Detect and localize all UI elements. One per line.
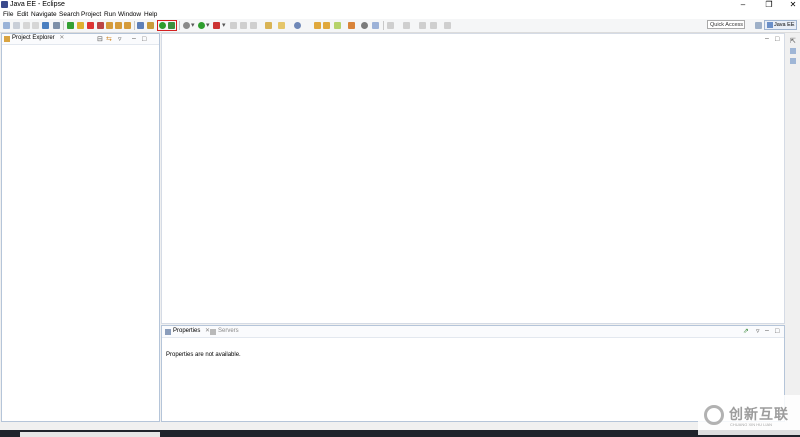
watermark-logo bbox=[704, 405, 724, 425]
minimize-view-icon[interactable]: – bbox=[765, 327, 769, 334]
open-type-icon[interactable] bbox=[265, 22, 272, 29]
open-icon[interactable] bbox=[13, 22, 20, 29]
close-tab-icon[interactable]: ✕ bbox=[59, 35, 64, 41]
highlighted-server-buttons bbox=[157, 20, 177, 31]
right-trim-stack: ⇱ bbox=[786, 34, 800, 70]
last-edit-icon[interactable] bbox=[419, 22, 426, 29]
globe-icon[interactable] bbox=[294, 22, 301, 29]
editor-area[interactable]: – □ bbox=[161, 33, 785, 324]
maximize-view-icon[interactable]: □ bbox=[775, 328, 779, 335]
disconnect-icon[interactable] bbox=[97, 22, 104, 29]
properties-panel: Properties ✕ Servers ⇗ ▿ – □ Properties … bbox=[161, 325, 785, 422]
external-tools-icon[interactable] bbox=[213, 22, 220, 29]
debug-gear-icon[interactable] bbox=[183, 22, 190, 29]
package-icon[interactable] bbox=[314, 22, 321, 29]
link-with-editor-icon[interactable]: ⇆ bbox=[106, 36, 112, 43]
properties-icon bbox=[165, 328, 171, 335]
maximize-editor-icon[interactable]: □ bbox=[775, 36, 779, 43]
taskbar-window-preview bbox=[20, 432, 160, 437]
menu-project[interactable]: Project bbox=[81, 11, 101, 18]
back-icon[interactable] bbox=[430, 22, 437, 29]
perspective-java-ee[interactable]: Java EE bbox=[764, 20, 797, 30]
menu-help[interactable]: Help bbox=[144, 11, 157, 18]
title-bar: Java EE - Eclipse – ❐ ✕ bbox=[0, 0, 800, 10]
view-menu-icon[interactable]: ▿ bbox=[756, 328, 760, 335]
watermark: 创新互联 CHUANG XIN HU LIAN bbox=[698, 395, 800, 435]
watermark-subtext: CHUANG XIN HU LIAN bbox=[730, 422, 773, 427]
back-disabled-icon[interactable] bbox=[230, 22, 237, 29]
step-into-icon[interactable] bbox=[106, 22, 113, 29]
window-title: Java EE - Eclipse bbox=[10, 1, 65, 8]
tab-label: Project Explorer bbox=[12, 35, 55, 41]
menu-window[interactable]: Window bbox=[118, 11, 141, 18]
web-browser-icon[interactable] bbox=[372, 22, 379, 29]
data-source-icon[interactable] bbox=[147, 22, 154, 29]
minimize-button[interactable]: – bbox=[734, 0, 752, 10]
quick-access-field[interactable]: Quick Access bbox=[707, 20, 745, 29]
save-all-icon[interactable] bbox=[32, 22, 39, 29]
tab-label: Properties bbox=[173, 328, 201, 334]
restore-icon[interactable]: ⇱ bbox=[790, 38, 796, 45]
chevron-down-icon[interactable]: ▾ bbox=[222, 22, 226, 29]
server-icon[interactable] bbox=[137, 22, 144, 29]
minimize-editor-icon[interactable]: – bbox=[765, 35, 769, 42]
new-window-icon[interactable]: ⇗ bbox=[743, 328, 749, 335]
step-return-icon[interactable] bbox=[124, 22, 131, 29]
tab-properties[interactable]: Properties ✕ bbox=[164, 327, 210, 336]
maximize-view-icon[interactable]: □ bbox=[142, 36, 146, 43]
outline-icon[interactable] bbox=[790, 48, 796, 54]
restore-button[interactable]: ❐ bbox=[760, 0, 778, 10]
os-taskbar bbox=[0, 430, 800, 437]
view-header bbox=[162, 326, 784, 338]
new-folder-icon[interactable] bbox=[278, 22, 285, 29]
perspective-label: Java EE bbox=[774, 22, 795, 28]
annotation-icon[interactable] bbox=[334, 22, 341, 29]
tab-label: Servers bbox=[218, 328, 239, 334]
servers-icon bbox=[210, 328, 216, 335]
task-list-icon[interactable] bbox=[790, 58, 796, 64]
view-menu-icon[interactable]: ▿ bbox=[118, 36, 122, 43]
new-icon[interactable] bbox=[3, 22, 10, 29]
history-icon[interactable] bbox=[250, 22, 257, 29]
close-button[interactable]: ✕ bbox=[784, 0, 800, 10]
project-explorer-view: Project Explorer ✕ ⊟ ⇆ ▿ – □ bbox=[1, 33, 160, 422]
tab-servers[interactable]: Servers bbox=[209, 327, 239, 336]
step-over-icon[interactable] bbox=[115, 22, 122, 29]
menu-edit[interactable]: Edit bbox=[17, 11, 28, 18]
collapse-all-icon[interactable]: ⊟ bbox=[97, 36, 103, 43]
java-ee-perspective-icon bbox=[767, 22, 773, 28]
properties-message: Properties are not available. bbox=[166, 352, 241, 358]
menu-search[interactable]: Search bbox=[59, 11, 80, 18]
debug-icon[interactable] bbox=[67, 22, 74, 29]
open-task-icon[interactable] bbox=[323, 22, 330, 29]
tab-project-explorer[interactable]: Project Explorer ✕ bbox=[3, 34, 64, 43]
pin-icon[interactable] bbox=[361, 22, 368, 29]
save-icon[interactable] bbox=[23, 22, 30, 29]
watermark-text: 创新互联 bbox=[729, 406, 789, 422]
stop-icon[interactable] bbox=[87, 22, 94, 29]
previous-annotation-icon[interactable] bbox=[403, 22, 410, 29]
menu-file[interactable]: File bbox=[3, 11, 13, 18]
folder-icon bbox=[4, 35, 10, 42]
terminal-icon[interactable] bbox=[42, 22, 49, 29]
search-icon[interactable] bbox=[53, 22, 60, 29]
run-icon[interactable] bbox=[198, 22, 205, 29]
menu-run[interactable]: Run bbox=[104, 11, 116, 18]
minimize-view-icon[interactable]: – bbox=[132, 35, 136, 42]
coverage-icon[interactable] bbox=[77, 22, 84, 29]
forward-icon[interactable] bbox=[444, 22, 451, 29]
main-toolbar: ▾ ▾ ▾ bbox=[0, 19, 800, 33]
menu-bar: File Edit Navigate Search Project Run Wi… bbox=[0, 10, 800, 19]
next-annotation-icon[interactable] bbox=[387, 22, 394, 29]
chevron-down-icon[interactable]: ▾ bbox=[206, 22, 210, 29]
eclipse-app-icon bbox=[1, 1, 8, 8]
chevron-down-icon[interactable]: ▾ bbox=[191, 22, 195, 29]
toggle-mark-icon[interactable] bbox=[348, 22, 355, 29]
forward-disabled-icon[interactable] bbox=[240, 22, 247, 29]
open-perspective-icon[interactable] bbox=[755, 22, 762, 29]
menu-navigate[interactable]: Navigate bbox=[31, 11, 57, 18]
